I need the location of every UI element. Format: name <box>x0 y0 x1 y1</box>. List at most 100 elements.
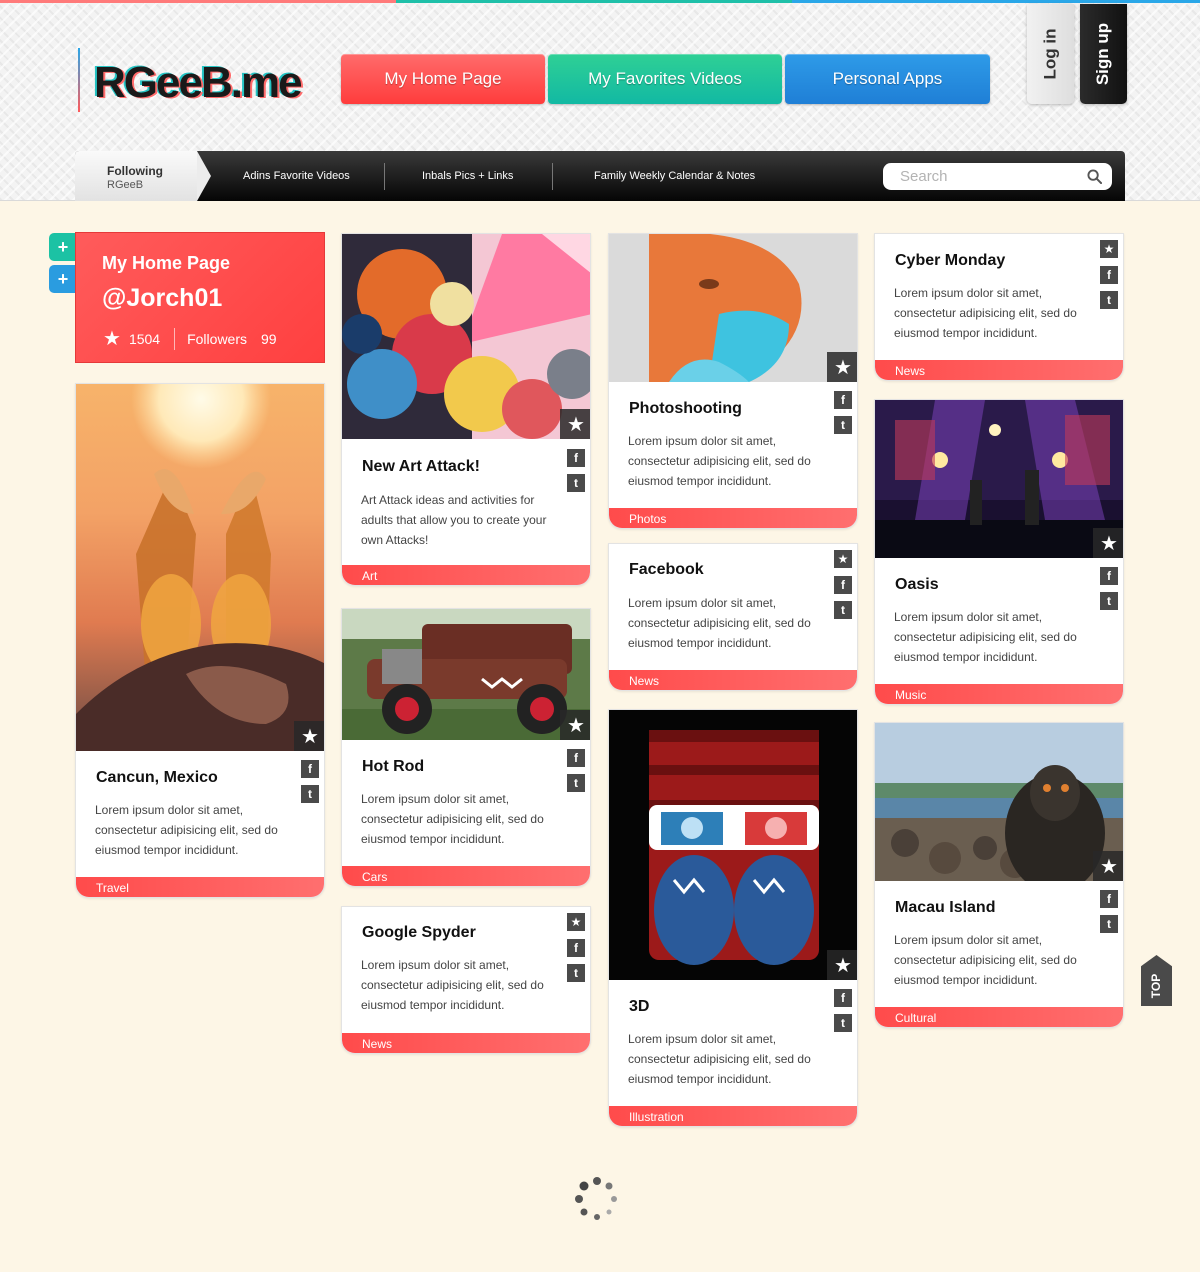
card-image-3d-monsters[interactable]: ★ <box>609 710 857 980</box>
tab-personal-apps[interactable]: Personal Apps <box>785 54 990 104</box>
card-title[interactable]: Google Spyder <box>362 924 476 942</box>
nav-link-adins-videos[interactable]: Adins Favorite Videos <box>243 151 350 201</box>
card-description: Art Attack ideas and activities for adul… <box>361 493 547 547</box>
nav-link-inbals-pics[interactable]: Inbals Pics + Links <box>422 151 513 201</box>
favorite-star-icon[interactable]: ★ <box>294 721 324 751</box>
favorite-star-icon[interactable]: ★ <box>827 950 857 980</box>
card-image-concert[interactable]: ★ <box>875 400 1123 558</box>
favorite-star-icon[interactable]: ★ <box>560 710 590 740</box>
site-logo[interactable]: RGeeB.me <box>94 58 303 108</box>
card-image-macaque[interactable]: ★ <box>875 723 1123 881</box>
category-tag[interactable]: Cultural <box>875 1007 1123 1027</box>
beer-photo <box>76 384 324 751</box>
category-tag[interactable]: Art <box>342 565 590 585</box>
facebook-icon[interactable]: f <box>1100 890 1118 908</box>
twitter-icon[interactable]: t <box>834 416 852 434</box>
category-tag[interactable]: Travel <box>76 877 324 897</box>
star-count: 1504 <box>128 331 161 347</box>
twitter-icon[interactable]: t <box>834 1014 852 1032</box>
facebook-icon[interactable]: f <box>834 989 852 1007</box>
twitter-icon[interactable]: t <box>301 785 319 803</box>
card-title[interactable]: Hot Rod <box>362 758 424 776</box>
card-title[interactable]: 3D <box>629 998 649 1016</box>
star-icon[interactable]: ★ <box>834 550 852 568</box>
add-blue-plus-icon[interactable]: + <box>49 265 77 293</box>
category-tag[interactable]: News <box>342 1033 590 1053</box>
nav-link-family-calendar[interactable]: Family Weekly Calendar & Notes <box>594 151 755 201</box>
favorite-star-icon[interactable]: ★ <box>827 352 857 382</box>
twitter-icon[interactable]: t <box>834 601 852 619</box>
category-tag[interactable]: News <box>609 670 857 690</box>
twitter-icon[interactable]: t <box>1100 915 1118 933</box>
twitter-icon[interactable]: t <box>567 474 585 492</box>
following-indicator[interactable]: Following RGeeB <box>75 151 211 201</box>
scroll-to-top-button[interactable]: TOP <box>1141 955 1172 1006</box>
signup-button[interactable]: Sign up <box>1080 4 1127 104</box>
followers-label[interactable]: Followers <box>187 331 247 347</box>
card-photoshooting[interactable]: ★ Photoshooting Lorem ipsum dolor sit am… <box>608 233 858 529</box>
facebook-icon[interactable]: f <box>834 576 852 594</box>
twitter-icon[interactable]: t <box>567 774 585 792</box>
art-illustration <box>342 234 590 439</box>
favorite-star-icon[interactable]: ★ <box>1093 528 1123 558</box>
stats-divider <box>174 328 176 350</box>
twitter-icon[interactable]: t <box>1100 592 1118 610</box>
card-image-hotrod[interactable]: ★ <box>342 609 590 740</box>
signup-label: Sign up <box>1093 22 1113 86</box>
category-tag[interactable]: Illustration <box>609 1106 857 1126</box>
top-label: TOP <box>1149 973 1164 998</box>
painted-face-photo <box>609 234 857 382</box>
star-icon: ★ <box>103 328 121 350</box>
star-icon[interactable]: ★ <box>567 913 585 931</box>
card-oasis[interactable]: ★ Oasis Lorem ipsum dolor sit amet, cons… <box>874 399 1124 705</box>
login-label: Log in <box>1040 28 1060 80</box>
favorite-star-icon[interactable]: ★ <box>1093 851 1123 881</box>
category-tag[interactable]: Photos <box>609 508 857 528</box>
facebook-icon[interactable]: f <box>567 749 585 767</box>
category-tag[interactable]: News <box>875 360 1123 380</box>
card-image-painted-face[interactable]: ★ <box>609 234 857 382</box>
nav-divider <box>384 163 385 190</box>
category-tag[interactable]: Music <box>875 684 1123 704</box>
card-description: Lorem ipsum dolor sit amet, consectetur … <box>628 596 811 650</box>
card-title[interactable]: Photoshooting <box>629 400 742 418</box>
category-tag[interactable]: Cars <box>342 866 590 886</box>
favorite-star-icon[interactable]: ★ <box>560 409 590 439</box>
card-facebook[interactable]: Facebook Lorem ipsum dolor sit amet, con… <box>608 543 858 691</box>
facebook-icon[interactable]: f <box>834 391 852 409</box>
facebook-icon[interactable]: f <box>567 939 585 957</box>
card-image-art[interactable]: ★ <box>342 234 590 439</box>
card-art-attack[interactable]: ★ New Art Attack! Art Attack ideas and a… <box>341 233 591 586</box>
search-input[interactable]: Search <box>883 163 1112 190</box>
logo-accent-bar <box>78 48 80 112</box>
twitter-icon[interactable]: t <box>1100 291 1118 309</box>
card-description: Lorem ipsum dolor sit amet, consectetur … <box>95 803 278 857</box>
card-hot-rod[interactable]: ★ Hot Rod Lorem ipsum dolor sit amet, co… <box>341 608 591 887</box>
facebook-icon[interactable]: f <box>301 760 319 778</box>
card-title[interactable]: Macau Island <box>895 899 995 917</box>
twitter-icon[interactable]: t <box>567 964 585 982</box>
card-macau-island[interactable]: ★ Macau Island Lorem ipsum dolor sit ame… <box>874 722 1124 1028</box>
facebook-icon[interactable]: f <box>567 449 585 467</box>
login-button[interactable]: Log in <box>1027 4 1074 104</box>
facebook-icon[interactable]: f <box>1100 567 1118 585</box>
card-title[interactable]: Facebook <box>629 561 704 579</box>
card-title[interactable]: New Art Attack! <box>362 458 480 476</box>
tab-my-home-page[interactable]: My Home Page <box>341 54 545 104</box>
card-3d[interactable]: ★ 3D Lorem ipsum dolor sit amet, consect… <box>608 709 858 1127</box>
profile-username[interactable]: @Jorch01 <box>102 284 324 313</box>
search-icon[interactable] <box>1087 169 1102 184</box>
star-icon[interactable]: ★ <box>1100 240 1118 258</box>
tab-my-favorites-videos[interactable]: My Favorites Videos <box>548 54 782 104</box>
facebook-icon[interactable]: f <box>1100 266 1118 284</box>
card-title[interactable]: Oasis <box>895 576 939 594</box>
card-title[interactable]: Cyber Monday <box>895 252 1005 270</box>
card-google-spyder[interactable]: Google Spyder Lorem ipsum dolor sit amet… <box>341 906 591 1054</box>
card-cancun[interactable]: ★ Cancun, Mexico Lorem ipsum dolor sit a… <box>75 383 325 898</box>
card-title[interactable]: Cancun, Mexico <box>96 769 218 787</box>
3d-monsters-illustration <box>609 710 857 980</box>
main-tabs: My Home Page My Favorites Videos Persona… <box>341 54 990 104</box>
card-image-beer[interactable]: ★ <box>76 384 324 751</box>
add-green-plus-icon[interactable]: + <box>49 233 77 261</box>
card-cyber-monday[interactable]: Cyber Monday Lorem ipsum dolor sit amet,… <box>874 233 1124 381</box>
